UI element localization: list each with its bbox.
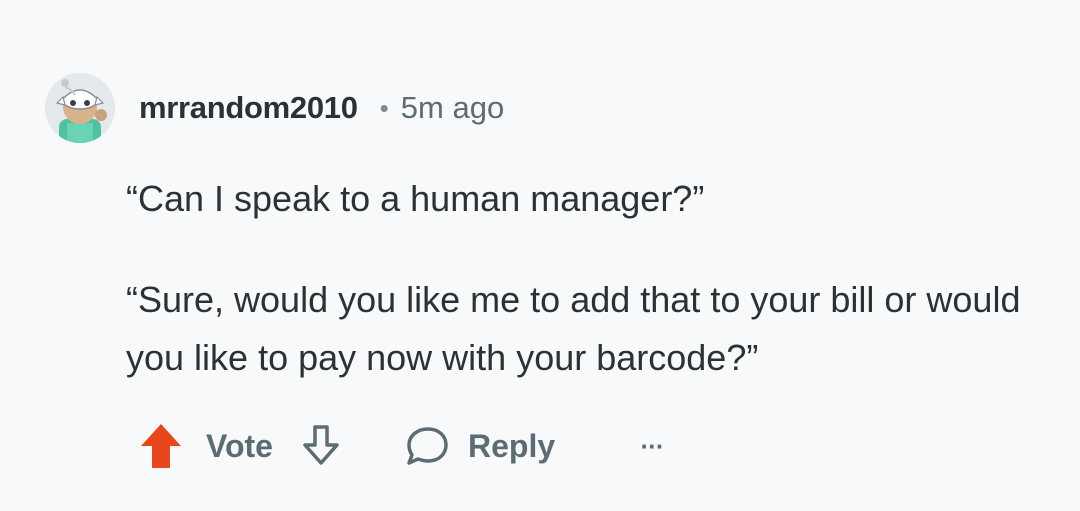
upvote-arrow-icon [141, 424, 181, 468]
comment-actions: Vote Reply ··· [136, 414, 696, 478]
speech-bubble-icon [407, 427, 448, 465]
more-options-button[interactable]: ··· [630, 414, 674, 478]
comment-body: “Can I speak to a human manager?” “Sure,… [126, 170, 1046, 387]
reply-label: Reply [468, 427, 556, 464]
comment-paragraph: “Sure, would you like me to add that to … [126, 279, 1021, 378]
vote-label: Vote [206, 428, 273, 464]
downvote-button[interactable] [296, 414, 346, 478]
username-link[interactable]: mrrandom2010 [139, 90, 358, 126]
meta-separator: • [379, 92, 389, 123]
upvote-button[interactable] [136, 414, 186, 478]
comment-header: mrrandom2010 • 5m ago [139, 86, 504, 130]
more-options-icon: ··· [640, 430, 665, 461]
comment: mrrandom2010 • 5m ago “Can I speak to a … [0, 0, 1080, 511]
timestamp: 5m ago [400, 90, 505, 125]
avatar[interactable] [45, 73, 115, 143]
downvote-arrow-icon [303, 425, 339, 465]
avatar-image [45, 73, 115, 143]
comment-paragraph: “Can I speak to a human manager?” [126, 178, 705, 219]
reply-button[interactable]: Reply [404, 414, 555, 478]
